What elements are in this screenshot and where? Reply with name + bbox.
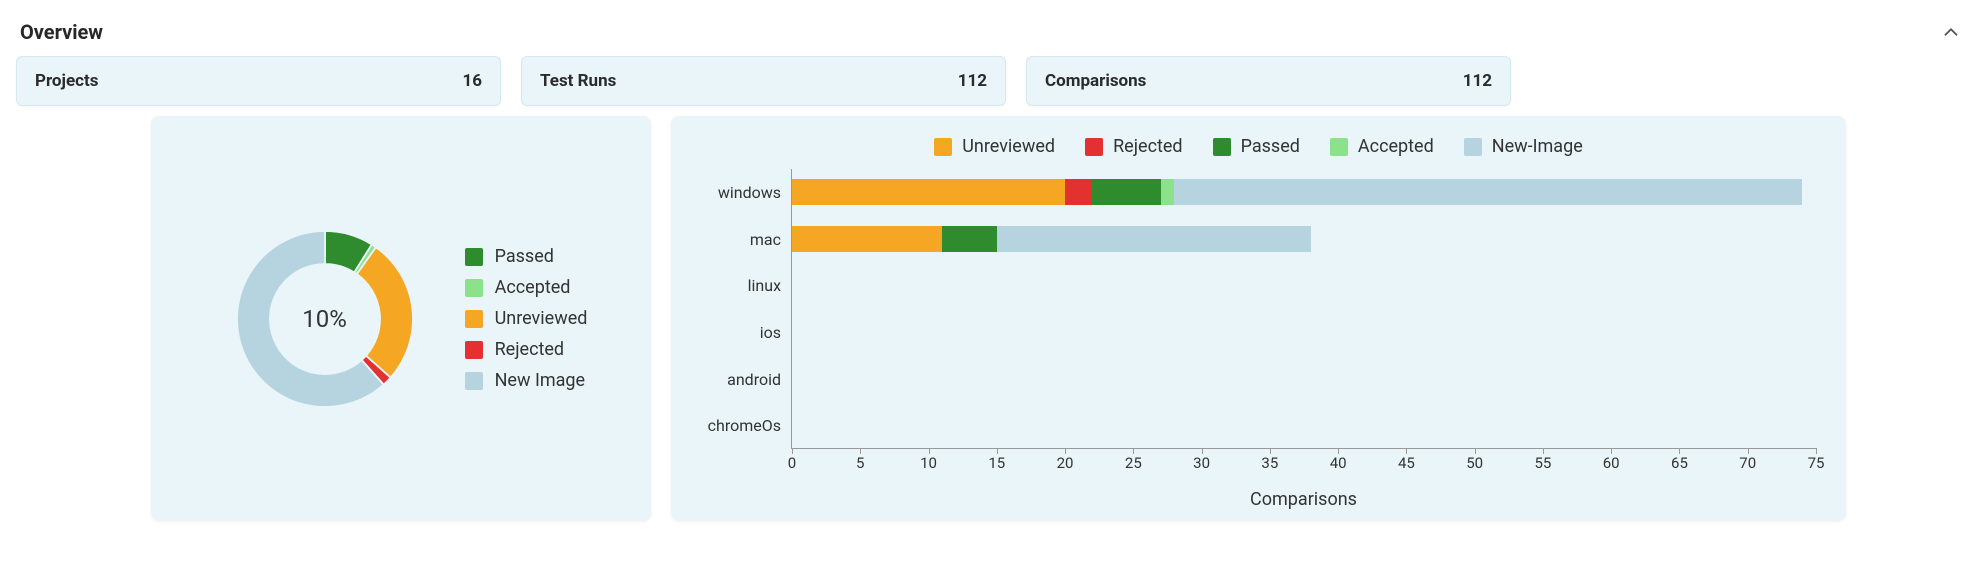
legend-swatch (1213, 138, 1231, 156)
x-tick-label: 70 (1739, 454, 1756, 472)
page-title: Overview (20, 20, 103, 44)
x-tick-label: 60 (1603, 454, 1620, 472)
bar-category-label: linux (701, 262, 791, 309)
bar-row (792, 319, 1816, 345)
bar-legend: Unreviewed Rejected Passed Accepted New-Imag… (701, 136, 1816, 157)
x-tick-label: 75 (1808, 454, 1825, 472)
legend-label: Unreviewed (962, 136, 1055, 157)
legend-item[interactable]: New Image (465, 370, 588, 391)
stat-card-testruns[interactable]: Test Runs 112 (521, 56, 1006, 106)
legend-swatch (934, 138, 952, 156)
legend-label: Accepted (495, 277, 571, 298)
bar-segment[interactable] (1174, 179, 1802, 205)
stat-cards: Projects 16 Test Runs 112 Comparisons 11… (16, 56, 1967, 106)
x-tick-label: 35 (1261, 454, 1278, 472)
legend-swatch (465, 341, 483, 359)
collapse-toggle[interactable] (1939, 20, 1963, 44)
legend-label: New Image (495, 370, 586, 391)
bar-category-label: mac (701, 216, 791, 263)
donut-panel: 10% Passed Accepted Unreviewed Rejected New … (151, 116, 651, 521)
x-tick-label: 0 (788, 454, 796, 472)
donut-legend: Passed Accepted Unreviewed Rejected New Imag… (465, 246, 588, 391)
bar-panel: Unreviewed Rejected Passed Accepted New-Imag… (671, 116, 1846, 521)
x-tick-label: 10 (920, 454, 937, 472)
legend-swatch (465, 248, 483, 266)
bar-segment[interactable] (942, 226, 997, 252)
bar-segment[interactable] (792, 226, 942, 252)
x-tick-label: 40 (1330, 454, 1347, 472)
legend-swatch (1464, 138, 1482, 156)
stat-card-comparisons[interactable]: Comparisons 112 (1026, 56, 1511, 106)
stat-value: 112 (1463, 71, 1492, 91)
x-tick-label: 50 (1466, 454, 1483, 472)
x-tick-label: 45 (1398, 454, 1415, 472)
bar-segment[interactable] (1065, 179, 1092, 205)
bar-category-label: chromeOs (701, 402, 791, 449)
chevron-up-icon (1940, 21, 1962, 43)
legend-item[interactable]: Passed (1213, 136, 1300, 157)
bar-x-ticks: 051015202530354045505560657075 (792, 448, 1816, 478)
legend-label: Passed (1241, 136, 1300, 157)
legend-item[interactable]: Rejected (1085, 136, 1183, 157)
bar-segment[interactable] (997, 226, 1311, 252)
x-tick-label: 20 (1057, 454, 1074, 472)
bar-row (792, 366, 1816, 392)
bar-category-label: android (701, 356, 791, 403)
legend-item[interactable]: Unreviewed (934, 136, 1055, 157)
stat-label: Comparisons (1045, 71, 1146, 91)
bar-y-labels: windowsmaclinuxiosandroidchromeOs (701, 169, 791, 449)
legend-item[interactable]: Rejected (465, 339, 588, 360)
x-tick-label: 30 (1193, 454, 1210, 472)
bar-row (792, 273, 1816, 299)
donut-chart: 10% (215, 209, 435, 429)
legend-item[interactable]: New-Image (1464, 136, 1583, 157)
stat-label: Test Runs (540, 71, 616, 91)
x-tick-label: 5 (856, 454, 864, 472)
bar-plot-area: 051015202530354045505560657075 (791, 169, 1816, 449)
bar-x-label: Comparisons (791, 489, 1816, 510)
legend-item[interactable]: Unreviewed (465, 308, 588, 329)
legend-swatch (1085, 138, 1103, 156)
legend-label: Rejected (495, 339, 565, 360)
legend-swatch (465, 372, 483, 390)
legend-label: Unreviewed (495, 308, 588, 329)
legend-swatch (465, 279, 483, 297)
legend-label: Rejected (1113, 136, 1183, 157)
x-tick-label: 25 (1125, 454, 1142, 472)
bar-row (792, 413, 1816, 439)
legend-label: New-Image (1492, 136, 1583, 157)
donut-center-label: 10% (215, 209, 435, 429)
stat-value: 16 (462, 71, 482, 91)
bar-category-label: ios (701, 309, 791, 356)
legend-item[interactable]: Passed (465, 246, 588, 267)
bar-row (792, 179, 1816, 205)
x-tick-label: 65 (1671, 454, 1688, 472)
bar-segment[interactable] (792, 179, 1065, 205)
legend-label: Passed (495, 246, 554, 267)
bar-segment[interactable] (1161, 179, 1175, 205)
legend-label: Accepted (1358, 136, 1434, 157)
stat-card-projects[interactable]: Projects 16 (16, 56, 501, 106)
stat-value: 112 (958, 71, 987, 91)
x-tick-label: 15 (988, 454, 1005, 472)
legend-item[interactable]: Accepted (465, 277, 588, 298)
x-tick-label: 55 (1534, 454, 1551, 472)
bar-category-label: windows (701, 169, 791, 216)
bar-segment[interactable] (1092, 179, 1160, 205)
bar-row (792, 226, 1816, 252)
legend-swatch (465, 310, 483, 328)
stat-label: Projects (35, 71, 98, 91)
legend-swatch (1330, 138, 1348, 156)
legend-item[interactable]: Accepted (1330, 136, 1434, 157)
